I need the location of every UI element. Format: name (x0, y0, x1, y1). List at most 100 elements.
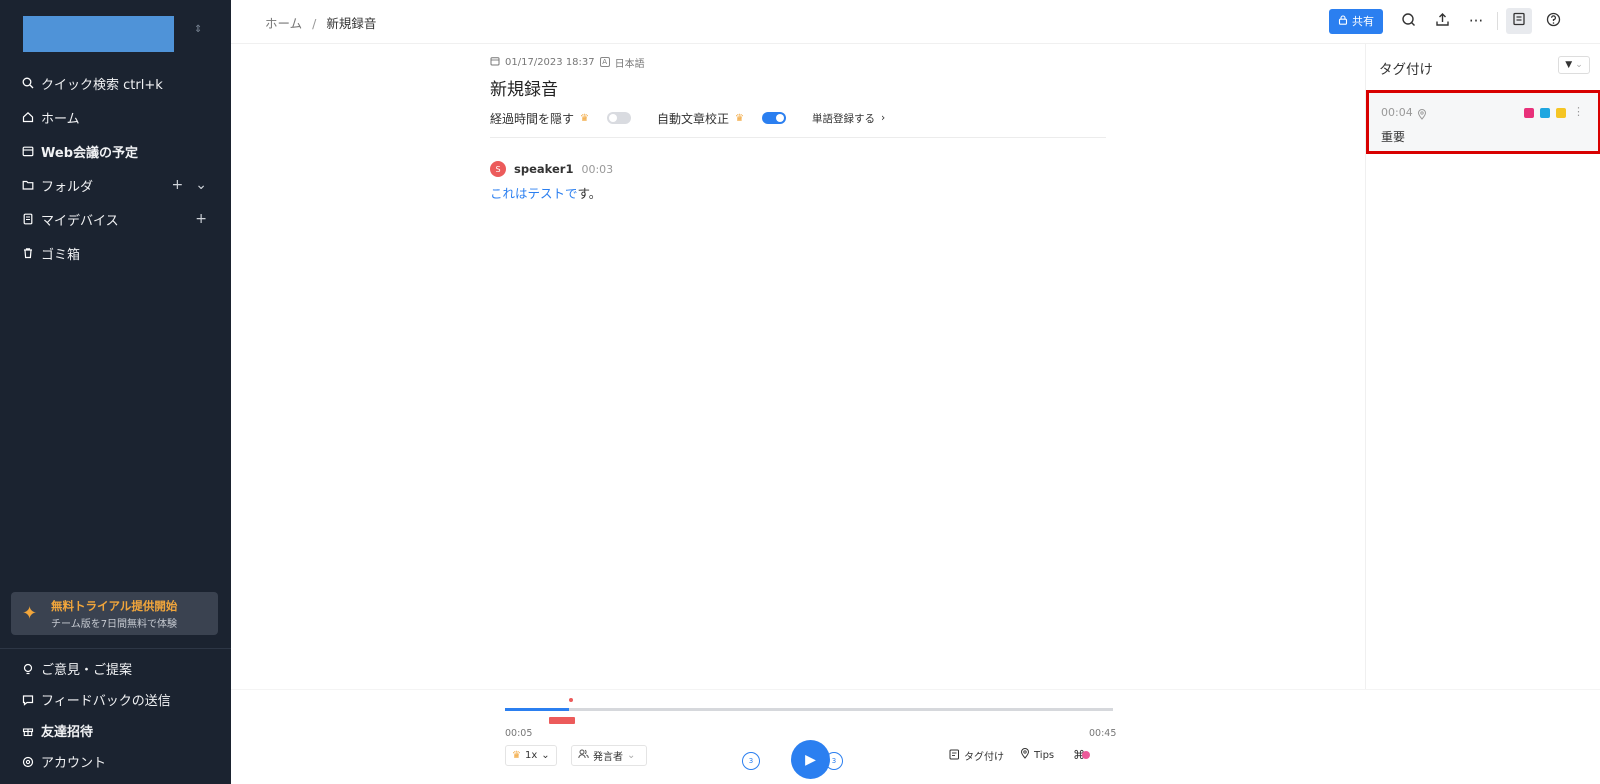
add-icon[interactable]: + (172, 177, 184, 193)
segment-text[interactable]: これはテストです。 (490, 183, 1124, 202)
calendar-icon (490, 56, 500, 69)
home-icon (22, 111, 34, 123)
tips-label: Tips (1034, 749, 1055, 761)
tag-timestamp[interactable]: 00:04 (1381, 106, 1413, 119)
search-replace-button[interactable] (1391, 8, 1425, 34)
sidebar-item-quick-search[interactable]: クイック検索 ctrl+k (0, 66, 231, 100)
recording-date: 01/17/2023 18:37 (505, 56, 595, 68)
tag-filter-button[interactable]: ▼ ⌄ (1558, 56, 1590, 74)
calendar-icon (22, 145, 34, 157)
workspace-logo[interactable] (23, 16, 174, 52)
vocab-register-label: 単語登録する (811, 112, 875, 125)
breadcrumb-current: 新規録音 (326, 16, 377, 31)
help-button[interactable] (1536, 8, 1570, 34)
auto-correct-toggle[interactable] (761, 112, 786, 124)
sidebar-item-my-devices[interactable]: マイデバイス + (0, 202, 231, 236)
rewind-button[interactable]: 3 (742, 752, 760, 770)
sidebar-item-trash[interactable]: ゴミ箱 (0, 236, 231, 270)
device-icon (22, 213, 34, 225)
speaker-row: S speaker1 00:03 (490, 161, 1124, 177)
progress-fill (505, 708, 569, 711)
speaker-name[interactable]: speaker1 (514, 162, 573, 176)
speaker-filter-select[interactable]: 発言者 ⌄ (571, 745, 647, 766)
top-bar: ホーム / 新規録音 共有 ··· (231, 0, 1600, 44)
rewind-3-icon: 3 (742, 752, 760, 770)
sidebar-item-label: フィードバックの送信 (41, 694, 171, 709)
language-icon: A (599, 57, 610, 67)
breadcrumb-separator: / (312, 16, 317, 31)
crown-icon: ♛ (580, 112, 589, 124)
hide-elapsed-toggle[interactable] (606, 112, 631, 124)
avatar[interactable]: S (490, 161, 506, 177)
tag-color-options (1524, 108, 1566, 118)
crown-icon: ♛ (735, 112, 744, 124)
sidebar-item-feedback[interactable]: フィードバックの送信 (0, 684, 231, 715)
add-icon[interactable]: + (195, 211, 207, 227)
audio-player: 00:05 00:45 ♛ 1x ⌄ 発言者 ⌄ 3 ▶ 3 タグ付け Tips… (231, 689, 1600, 784)
location-pin-icon (1020, 748, 1030, 762)
tag-item[interactable]: 00:04 ⋮ 重要 (1366, 90, 1600, 154)
sidebar-item-label: ホーム (41, 111, 80, 127)
chevron-down-icon[interactable]: ⌄ (195, 177, 207, 193)
share-label: 共有 (1352, 15, 1374, 28)
recording-title[interactable]: 新規録音 (490, 75, 1124, 100)
playback-speed-select[interactable]: ♛ 1x ⌄ (505, 745, 557, 766)
notes-icon (1512, 12, 1526, 30)
tag-color-yellow[interactable] (1556, 108, 1566, 118)
tag-segment[interactable] (549, 717, 575, 724)
sparkle-icon: ✦ (22, 603, 38, 624)
recording-language[interactable]: 日本語 (615, 55, 645, 70)
forward-button[interactable]: 3 (825, 752, 843, 770)
chevron-right-icon: › (880, 112, 886, 124)
sidebar-item-suggestions[interactable]: ご意見・ご提案 (0, 653, 231, 684)
trial-subtitle: チーム版を7日間無料で体験 (51, 619, 178, 630)
workspace-switch-icon[interactable]: ⇕ (194, 25, 202, 35)
tag-color-blue[interactable] (1540, 108, 1550, 118)
sidebar: ⇕ クイック検索 ctrl+k ホーム Web会議の予定 フォルダ + ⌄ マイ… (0, 0, 231, 784)
folder-actions: + ⌄ (172, 177, 207, 193)
share-button[interactable]: 共有 (1329, 8, 1383, 34)
sidebar-item-label: ゴミ箱 (41, 247, 81, 263)
segment-text-rest: す。 (577, 186, 602, 201)
account-icon (22, 756, 34, 768)
sidebar-bottom-nav: ご意見・ご提案 フィードバックの送信 友達招待 アカウント (0, 653, 231, 777)
sidebar-item-web-meetings[interactable]: Web会議の予定 (0, 134, 231, 168)
sidebar-item-invite[interactable]: 友達招待 (0, 715, 231, 746)
tips-button[interactable]: Tips (1020, 748, 1054, 762)
hide-elapsed-label: 経過時間を隠す (490, 111, 575, 126)
people-icon (578, 749, 589, 762)
chevron-down-icon: ⌄ (541, 750, 550, 761)
add-tag-button[interactable]: タグ付け (949, 748, 1004, 763)
sidebar-item-account[interactable]: アカウント (0, 746, 231, 777)
device-actions: + (195, 211, 207, 227)
content-divider (490, 137, 1106, 138)
notes-panel-button[interactable] (1506, 8, 1532, 34)
sidebar-item-home[interactable]: ホーム (0, 100, 231, 134)
folder-icon (22, 179, 34, 191)
vocab-register-link[interactable]: 単語登録する › (812, 111, 885, 126)
shortcut-button[interactable]: ⌘ (1073, 748, 1090, 762)
tag-color-pink[interactable] (1524, 108, 1534, 118)
total-time: 00:45 (1089, 728, 1117, 739)
trial-title: 無料トライアル提供開始 (51, 599, 178, 613)
segment-timestamp[interactable]: 00:03 (581, 163, 613, 176)
feedback-icon (22, 694, 34, 706)
more-icon: ··· (1468, 12, 1484, 30)
chevron-down-icon: ⌄ (1575, 60, 1583, 70)
tag-marker[interactable] (568, 698, 573, 702)
kebab-menu-icon[interactable]: ⋮ (1573, 105, 1584, 118)
export-button[interactable] (1425, 8, 1459, 34)
tag-text[interactable]: 重要 (1381, 128, 1405, 145)
trial-banner[interactable]: ✦ 無料トライアル提供開始 チーム版を7日間無料で体験 (11, 592, 218, 635)
sidebar-item-folder[interactable]: フォルダ + ⌄ (0, 168, 231, 202)
transcript-area: 01/17/2023 18:37 A 日本語 新規録音 経過時間を隠す ♛ 自動… (490, 55, 1124, 202)
playback-speed-value: 1x (524, 750, 538, 761)
breadcrumb-home[interactable]: ホーム (265, 16, 302, 31)
progress-track[interactable] (505, 698, 1113, 711)
sidebar-item-label: マイデバイス (41, 213, 119, 229)
more-button[interactable]: ··· (1459, 8, 1493, 34)
auto-correct-option: 自動文章校正 ♛ (657, 110, 786, 127)
lightbulb-icon (22, 663, 34, 675)
keyboard-shortcut-icon: ⌘ (1073, 748, 1090, 762)
help-icon (1546, 12, 1561, 31)
